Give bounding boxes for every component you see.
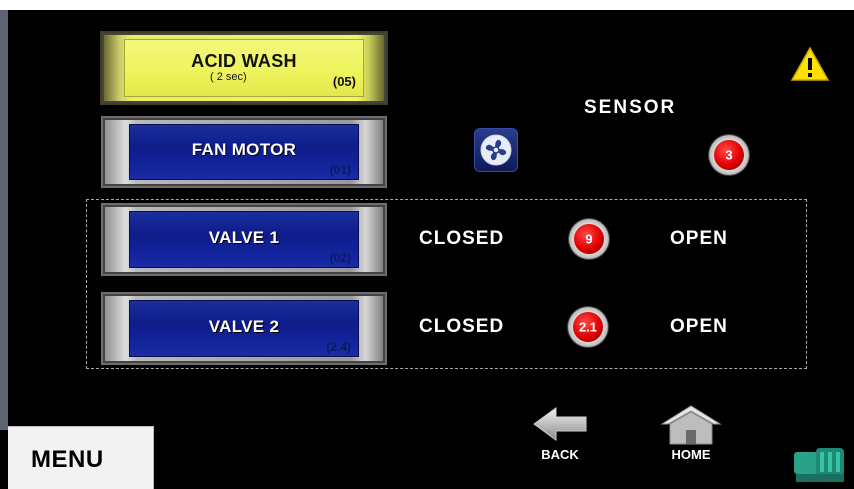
sensor-indicator: 3 xyxy=(709,135,749,175)
fan-motor-button[interactable]: FAN MOTOR (01) xyxy=(101,116,387,188)
fan-motor-label: FAN MOTOR xyxy=(191,140,297,159)
valve-2-closed-label: CLOSED xyxy=(419,316,505,337)
back-button[interactable]: BACK xyxy=(528,402,592,464)
valve-2-label: VALVE 2 xyxy=(208,316,280,336)
valve-1-open-label: OPEN xyxy=(670,228,728,249)
back-arrow-icon xyxy=(533,407,587,441)
valve-1-closed-label: CLOSED xyxy=(419,228,505,249)
acid-wash-code: (05) xyxy=(332,74,356,89)
acid-wash-duration: ( 2 sec) xyxy=(210,71,247,83)
acid-wash-label: ACID WASH xyxy=(191,51,297,71)
warning-icon xyxy=(790,46,830,81)
home-label: HOME xyxy=(671,447,711,462)
home-icon xyxy=(660,405,722,445)
fan-icon xyxy=(474,128,518,172)
pump-icon xyxy=(794,448,844,482)
home-button[interactable]: HOME xyxy=(656,402,726,464)
sensor-title: SENSOR xyxy=(584,97,677,118)
valve-2-indicator: 2.1 xyxy=(568,307,608,347)
valve-1-label: VALVE 1 xyxy=(208,227,280,247)
valve-1-code: (02) xyxy=(329,251,351,265)
sensor-indicator-value: 3 xyxy=(725,147,733,163)
valve-2-open-label: OPEN xyxy=(670,316,728,337)
hmi-screen: ACID WASH ( 2 sec) (05) FAN MOTOR (01) S… xyxy=(0,0,854,489)
menu-button[interactable]: MENU xyxy=(8,426,154,489)
menu-label: MENU xyxy=(31,446,104,473)
valve-2-button[interactable]: VALVE 2 (2.4) xyxy=(101,292,387,365)
valve-2-code: (2.4) xyxy=(326,340,351,354)
fan-motor-code: (01) xyxy=(329,163,351,177)
valve-2-indicator-value: 2.1 xyxy=(578,319,598,335)
valve-1-button[interactable]: VALVE 1 (02) xyxy=(101,203,387,276)
acid-wash-button[interactable]: ACID WASH ( 2 sec) (05) xyxy=(100,31,388,105)
back-label: BACK xyxy=(541,447,579,462)
valve-1-indicator-value: 9 xyxy=(585,231,593,247)
valve-1-indicator: 9 xyxy=(569,219,609,259)
left-edge xyxy=(0,10,8,430)
top-strip xyxy=(0,0,854,10)
